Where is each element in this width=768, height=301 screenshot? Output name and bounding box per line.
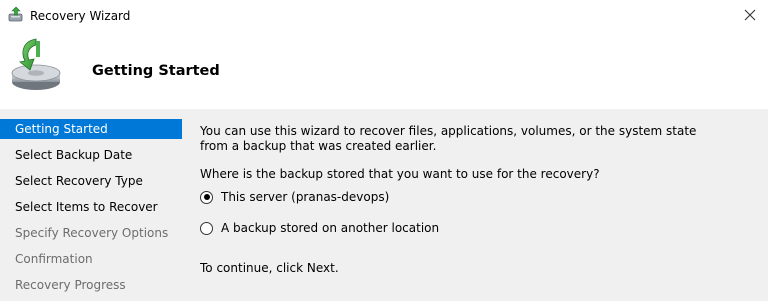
wizard-header: Getting Started (0, 31, 768, 109)
wizard-content: You can use this wizard to recover files… (200, 124, 740, 275)
wizard-steps: Getting Started Select Backup Date Selec… (0, 119, 182, 301)
close-icon (744, 9, 756, 21)
intro-line-2: from a backup that was created earlier. (200, 139, 437, 153)
step-getting-started[interactable]: Getting Started (0, 119, 182, 139)
window-title: Recovery Wizard (30, 9, 131, 23)
step-confirmation: Confirmation (15, 252, 93, 266)
option-this-server-label[interactable]: This server (pranas-devops) (221, 190, 389, 205)
continue-instruction: To continue, click Next. (200, 261, 339, 275)
recovery-disk-icon (6, 35, 68, 97)
close-button[interactable] (740, 4, 760, 26)
step-select-items-to-recover[interactable]: Select Items to Recover (0, 197, 182, 217)
radio-this-server[interactable] (200, 190, 213, 204)
intro-text: You can use this wizard to recover files… (200, 124, 740, 154)
title-bar: Recovery Wizard (0, 0, 768, 31)
radio-another-location[interactable] (200, 221, 213, 235)
page-title: Getting Started (92, 63, 220, 79)
option-another-location[interactable]: A backup stored on another location (200, 220, 439, 236)
option-this-server[interactable]: This server (pranas-devops) (200, 189, 389, 205)
step-specify-recovery-options: Specify Recovery Options (15, 226, 169, 240)
step-recovery-progress: Recovery Progress (15, 278, 126, 292)
backup-icon (7, 6, 25, 24)
backup-location-question: Where is the backup stored that you want… (200, 167, 600, 181)
intro-line-1: You can use this wizard to recover files… (200, 124, 697, 138)
step-select-backup-date[interactable]: Select Backup Date (0, 145, 182, 165)
option-another-location-label[interactable]: A backup stored on another location (221, 221, 439, 236)
step-select-recovery-type[interactable]: Select Recovery Type (0, 171, 182, 191)
